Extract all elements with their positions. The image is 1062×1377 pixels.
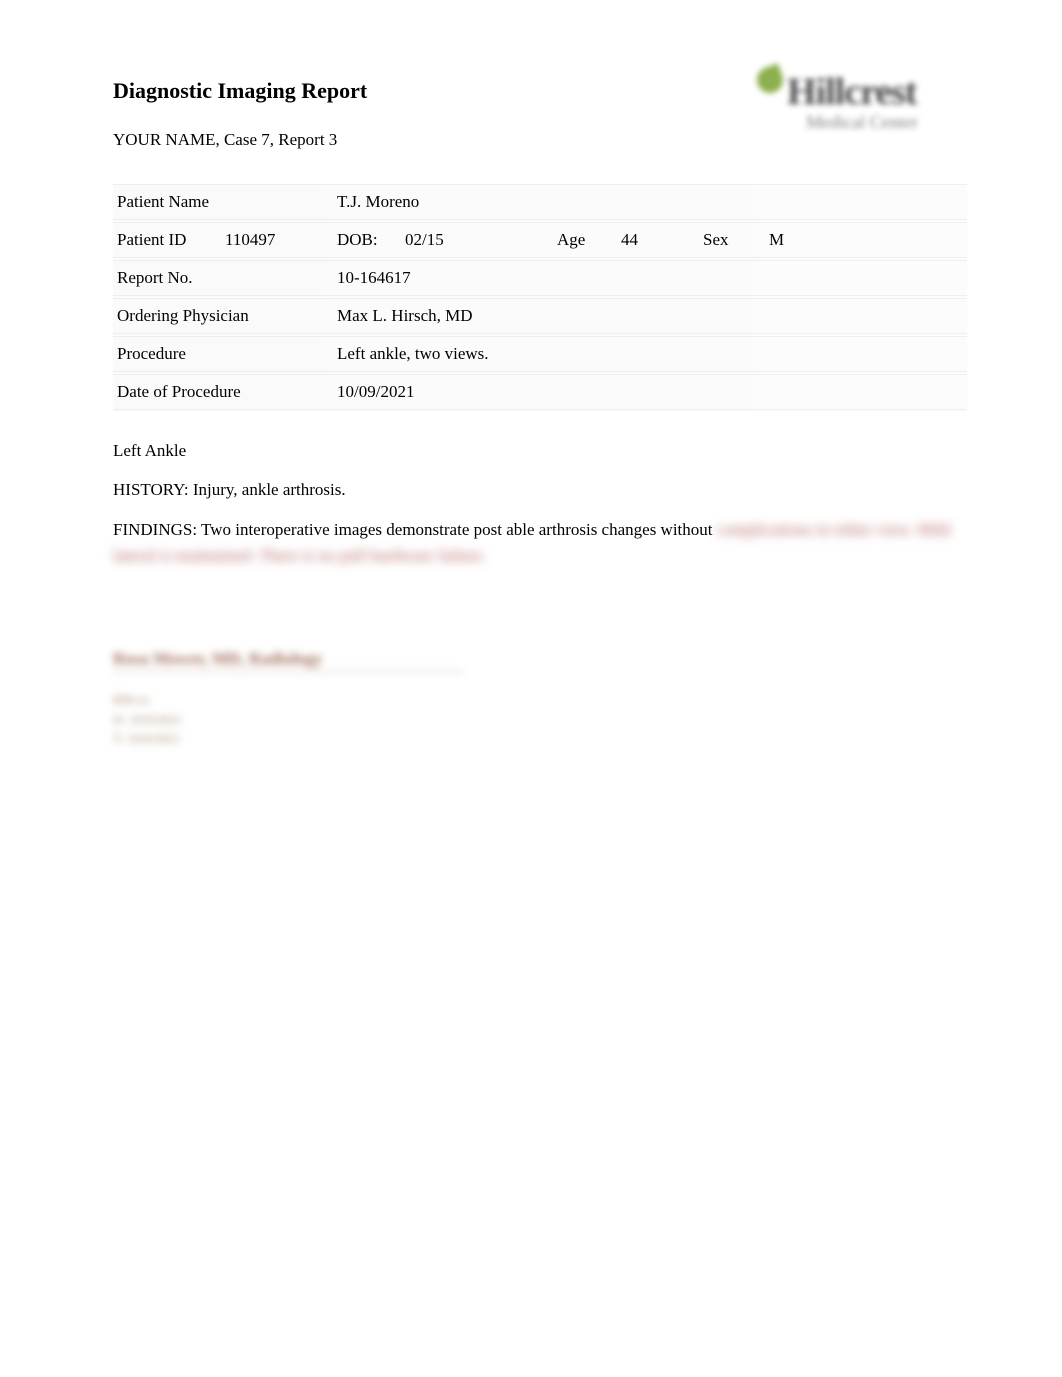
findings-paragraph: FINDINGS: Two interoperative images demo… <box>113 517 967 570</box>
sig-line-1: RM:xx <box>113 690 967 710</box>
history-line: HISTORY: Injury, ankle arthrosis. <box>113 477 967 503</box>
patient-info-table: Patient Name T.J. Moreno Patient ID 1104… <box>113 184 967 410</box>
signature-block: Rosa Mower, MD, Radiology RM:xx D: 10/9/… <box>113 649 967 749</box>
document-page: Diagnostic Imaging Report YOUR NAME, Cas… <box>0 0 1062 749</box>
value-report-no: 10-164617 <box>337 268 411 288</box>
value-patient-name: T.J. Moreno <box>337 192 419 212</box>
logo-text-sub: Medical Center <box>757 112 967 133</box>
findings-visible: FINDINGS: Two interoperative images demo… <box>113 520 713 539</box>
label-dob: DOB: <box>337 230 405 250</box>
row-patient-name: Patient Name T.J. Moreno <box>113 184 967 220</box>
signature-name: Rosa Mower, MD, Radiology <box>113 649 463 672</box>
logo-text-top: Hillcrest <box>787 70 917 114</box>
row-date: Date of Procedure 10/09/2021 <box>113 374 967 410</box>
label-patient-name: Patient Name <box>117 192 337 212</box>
hospital-logo: Hillcrest Medical Center <box>757 70 967 160</box>
section-title: Left Ankle <box>113 438 967 464</box>
header-row: Diagnostic Imaging Report YOUR NAME, Cas… <box>113 70 967 160</box>
value-physician: Max L. Hirsch, MD <box>337 306 473 326</box>
report-body: Left Ankle HISTORY: Injury, ankle arthro… <box>113 438 967 569</box>
row-patient-id: Patient ID 110497 DOB: 02/15 Age 44 Sex … <box>113 222 967 258</box>
sig-line-3: T: 10/9/2021 <box>113 729 967 749</box>
label-report-no: Report No. <box>117 268 337 288</box>
leaf-icon <box>753 63 786 96</box>
label-sex: Sex <box>703 230 769 250</box>
row-procedure: Procedure Left ankle, two views. <box>113 336 967 372</box>
sig-line-2: D: 10/9/2021 <box>113 710 967 730</box>
value-date: 10/09/2021 <box>337 382 414 402</box>
label-age: Age <box>557 230 621 250</box>
findings-blurred-2: failure. <box>438 546 487 565</box>
report-title: Diagnostic Imaging Report <box>113 78 367 104</box>
report-subtitle: YOUR NAME, Case 7, Report 3 <box>113 130 367 150</box>
value-patient-id: 110497 <box>225 230 337 250</box>
value-dob: 02/15 <box>405 230 557 250</box>
label-date: Date of Procedure <box>117 382 337 402</box>
value-sex: M <box>769 230 784 250</box>
signature-details: RM:xx D: 10/9/2021 T: 10/9/2021 <box>113 690 967 749</box>
header-left: Diagnostic Imaging Report YOUR NAME, Cas… <box>113 70 367 150</box>
row-report-no: Report No. 10-164617 <box>113 260 967 296</box>
label-patient-id: Patient ID <box>117 230 225 250</box>
value-age: 44 <box>621 230 703 250</box>
label-physician: Ordering Physician <box>117 306 337 326</box>
row-physician: Ordering Physician Max L. Hirsch, MD <box>113 298 967 334</box>
label-procedure: Procedure <box>117 344 337 364</box>
value-procedure: Left ankle, two views. <box>337 344 489 364</box>
